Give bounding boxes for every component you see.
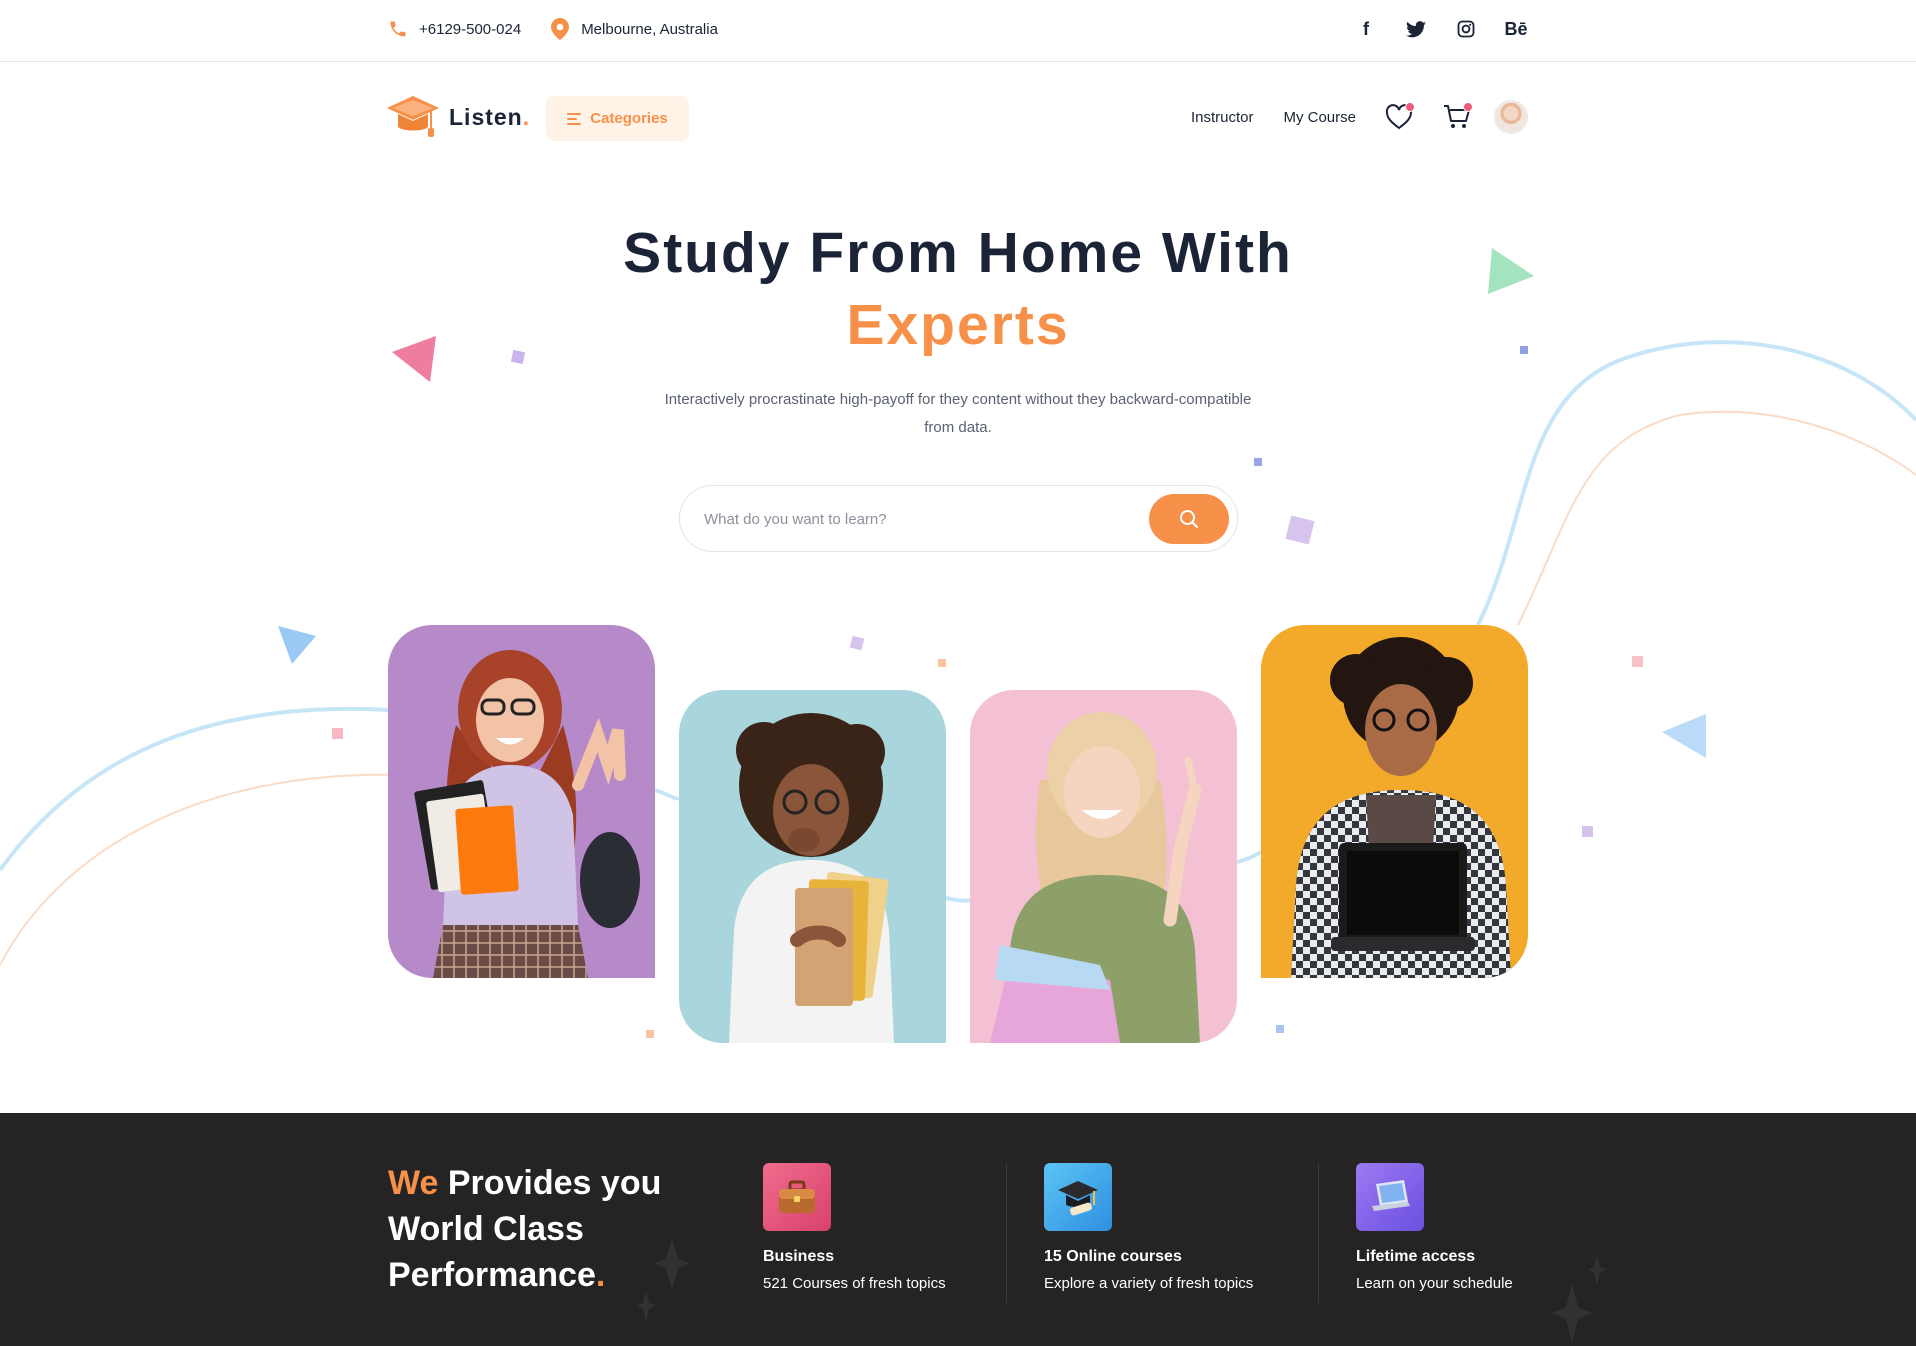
graduation-cap-icon [1044,1163,1112,1231]
site-logo[interactable]: Listen. [387,94,530,140]
feature-business: Business 521 Courses of fresh topics [763,1163,946,1292]
feature-divider [1006,1163,1007,1303]
map-pin-icon [549,18,571,40]
feature-title: 15 Online courses [1044,1248,1182,1265]
feature-description: Explore a variety of fresh topics [1044,1275,1254,1292]
briefcase-icon [763,1163,831,1231]
student-photo-card-3 [970,690,1237,1043]
student-photo-card-2 [679,690,946,1043]
laptop-icon [1356,1163,1424,1231]
student-photo-card-4 [1261,625,1528,978]
instagram-icon[interactable] [1454,17,1478,41]
feature-title: Business [763,1248,835,1265]
feature-description: 521 Courses of fresh topics [763,1275,946,1292]
social-links: f Bē [1328,17,1528,41]
feature-title: Lifetime access [1356,1248,1476,1265]
nav-link-my-course[interactable]: My Course [1283,109,1356,126]
cart-button[interactable] [1442,102,1473,132]
location-contact: Melbourne, Australia [549,18,718,40]
feature-online-courses: 15 Online courses Explore a variety of f… [1044,1163,1253,1292]
feature-description: Learn on your schedule [1356,1275,1513,1292]
phone-number: +6129-500-024 [419,20,522,38]
hero-subtitle: Interactively procrastinate high-payoff … [664,391,1252,436]
feature-divider [1318,1163,1319,1303]
phone-contact[interactable]: +6129-500-024 [387,18,521,40]
categories-label: Categories [590,110,668,127]
phone-icon [387,18,409,40]
student-photo-card-1 [388,625,655,978]
hero-title-line1: Study From Home With [623,221,1293,285]
facebook-icon[interactable]: f [1354,17,1378,41]
user-avatar[interactable] [1494,100,1528,134]
main-navigation: Listen. Categories Instructor My Course [0,62,1916,174]
cart-badge [1463,102,1473,112]
behance-icon[interactable]: Bē [1504,17,1528,41]
search-icon [1180,510,1198,528]
wishlist-badge [1405,102,1415,112]
features-heading: We Provides you World Class Performance. [388,1164,662,1294]
twitter-icon[interactable] [1404,17,1428,41]
categories-button[interactable]: Categories [546,96,689,141]
menu-icon [567,112,582,125]
hero-title-line2: Experts [846,293,1070,357]
nav-link-instructor[interactable]: Instructor [1191,109,1254,126]
top-contact-bar: +6129-500-024 Melbourne, Australia f Bē [0,0,1916,62]
features-section: We Provides you World Class Performance.… [0,1113,1916,1346]
sparkle-decoration [636,1239,1606,1343]
wishlist-button[interactable] [1384,102,1415,132]
search-button[interactable] [1149,494,1229,544]
graduation-cap-logo-icon [387,96,439,137]
feature-lifetime-access: Lifetime access Learn on your schedule [1356,1163,1513,1292]
location-text: Melbourne, Australia [581,20,718,38]
search-input[interactable] [704,506,1104,532]
search-bar [679,485,1238,552]
brand-name: Listen. [449,103,531,130]
contact-info: +6129-500-024 Melbourne, Australia [387,18,746,40]
nav-actions: Instructor My Course [1161,100,1528,134]
